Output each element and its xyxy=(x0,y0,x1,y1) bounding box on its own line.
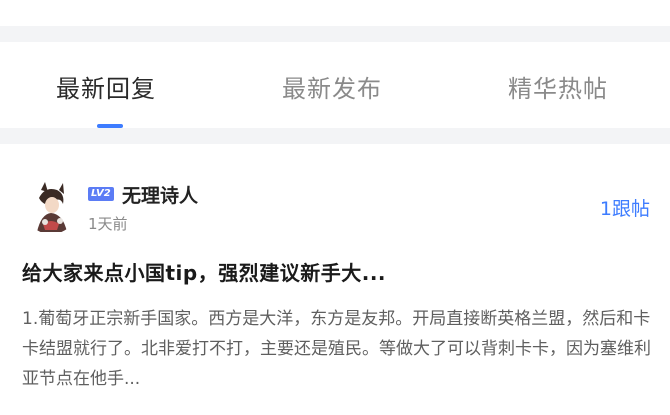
tab-featured-hot[interactable]: 精华热帖 xyxy=(508,69,608,104)
top-separator xyxy=(0,26,670,42)
reply-count-link[interactable]: 1跟帖 xyxy=(600,194,650,221)
post-card[interactable]: LV2 无理诗人 1天前 1跟帖 给大家来点小国tip，强烈建议新手大... 1… xyxy=(0,144,670,415)
post-title[interactable]: 给大家来点小国tip，强烈建议新手大... xyxy=(22,257,386,286)
avatar[interactable] xyxy=(23,178,79,234)
username[interactable]: 无理诗人 xyxy=(122,181,198,208)
section-separator xyxy=(0,128,670,144)
tab-latest-publish[interactable]: 最新发布 xyxy=(282,69,382,104)
post-timestamp: 1天前 xyxy=(88,215,128,233)
level-badge: LV2 xyxy=(88,187,114,201)
anime-character-avatar-icon xyxy=(23,178,79,234)
tab-latest-reply[interactable]: 最新回复 xyxy=(56,69,156,104)
post-excerpt[interactable]: 1.葡萄牙正宗新手国家。西方是大洋，东方是友邦。开局直接断英格兰盟，然后和卡卡结… xyxy=(22,304,652,394)
tab-bar: 最新回复 最新发布 精华热帖 xyxy=(0,42,670,128)
